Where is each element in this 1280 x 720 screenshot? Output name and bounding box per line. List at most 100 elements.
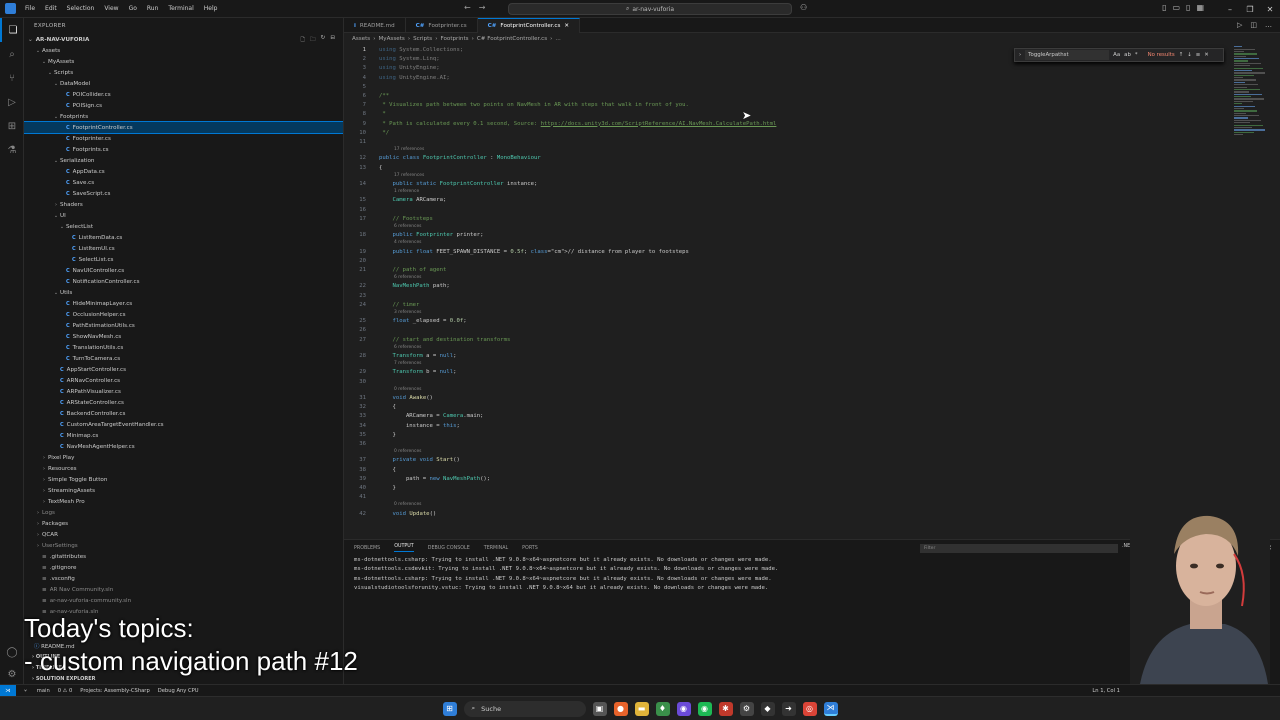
tree-file[interactable]: ≡ .gitattributes [24, 551, 343, 562]
tree-folder[interactable]: › Resources [24, 463, 343, 474]
code-line[interactable]: using UnityEngine.AI; [379, 75, 450, 81]
projects-status[interactable]: Projects: Assembly-CSharp [80, 688, 149, 694]
problems-status[interactable]: 0 ⚠ 0 [58, 688, 73, 694]
tree-file[interactable]: C OcclusionHelper.cs [24, 309, 343, 320]
codelens-references[interactable]: 17 references [394, 173, 424, 178]
code-line[interactable]: public Footprinter printer; [379, 232, 483, 238]
code-line[interactable]: } [379, 432, 395, 438]
code-line[interactable]: NavMeshPath path; [379, 283, 449, 289]
layout-panel-icon[interactable]: ▭ [1172, 3, 1180, 12]
search-view-icon[interactable]: ⌕ [0, 42, 24, 66]
codelens-references[interactable]: 1 reference [394, 189, 419, 194]
tree-file[interactable]: C ARPathVisualizer.cs [24, 386, 343, 397]
codelens-references[interactable]: 6 references [394, 224, 421, 229]
code-line[interactable]: instance = this; [379, 423, 460, 429]
tree-folder[interactable]: ⌄ Scripts [24, 67, 343, 78]
file-explorer-icon[interactable]: ▬ [634, 701, 649, 716]
tree-file[interactable]: C POISign.cs [24, 100, 343, 111]
testing-icon[interactable]: ⚗ [0, 138, 24, 162]
panel-tab-terminal[interactable]: TERMINAL [484, 546, 508, 551]
app-icon-arrow[interactable]: ➜ [781, 701, 796, 716]
forward-icon[interactable]: → [479, 3, 486, 12]
code-line[interactable]: // path of agent [379, 267, 446, 273]
codelens-references[interactable]: 0 references [394, 449, 421, 454]
command-center[interactable]: ⌕ ar-nav-vuforia [508, 3, 792, 15]
code-editor[interactable]: 1 using System.Collections; 2 using System.… [344, 45, 1244, 539]
tree-folder[interactable]: ⌄ Utils [24, 287, 343, 298]
code-line[interactable]: Camera ARCamera; [379, 197, 446, 203]
match-case-icon[interactable]: Aa [1113, 52, 1120, 58]
code-line[interactable]: { [379, 404, 395, 410]
code-line[interactable]: using System.Collections; [379, 47, 463, 53]
tree-folder[interactable]: › Simple Toggle Button [24, 474, 343, 485]
app-icon-red[interactable]: ✱ [718, 701, 733, 716]
tree-file[interactable]: C TurnToCamera.cs [24, 353, 343, 364]
code-line[interactable]: public static FootprintController instan… [379, 181, 537, 187]
panel-tab-debug-console[interactable]: DEBUG CONSOLE [428, 546, 470, 551]
tree-folder[interactable]: › Packages [24, 518, 343, 529]
run-icon[interactable]: ▷ [1237, 21, 1242, 29]
menu-item-go[interactable]: Go [124, 5, 142, 12]
find-in-selection-icon[interactable]: ≡ [1196, 52, 1201, 58]
tree-file[interactable]: C AppStartController.cs [24, 364, 343, 375]
whole-word-icon[interactable]: ab [1124, 52, 1131, 58]
tree-file[interactable]: C PathEstimationUtils.cs [24, 320, 343, 331]
chrome-icon[interactable]: ◎ [802, 701, 817, 716]
code-line[interactable]: void Update() [379, 511, 436, 517]
restore-icon[interactable]: ❐ [1240, 5, 1260, 14]
tree-file[interactable]: ≡ .gitignore [24, 562, 343, 573]
collapse-all-icon[interactable]: ⊟ [330, 35, 335, 45]
tree-file[interactable]: C ARNavController.cs [24, 375, 343, 386]
cursor-position-status[interactable]: Ln 1, Col 1 [1092, 688, 1120, 694]
new-folder-icon[interactable]: 🗀 [310, 35, 316, 45]
run-debug-icon[interactable]: ▷ [0, 90, 24, 114]
tree-file[interactable]: C ShowNavMesh.cs [24, 331, 343, 342]
menu-item-run[interactable]: Run [142, 5, 164, 12]
find-input[interactable]: ToggleArpathst [1025, 50, 1110, 60]
menu-item-edit[interactable]: Edit [40, 5, 62, 12]
code-line[interactable]: * Path is calculated every 0.1 second, S… [379, 121, 776, 127]
refresh-icon[interactable]: ↻ [321, 35, 326, 45]
tree-file[interactable]: C FootprintController.cs [24, 121, 343, 134]
task-view-icon[interactable]: ▣ [592, 701, 607, 716]
settings-gear-icon[interactable]: ⚙ [0, 662, 24, 686]
close-window-icon[interactable]: ✕ [1260, 5, 1280, 14]
spotify-icon[interactable]: ◉ [697, 701, 712, 716]
tree-folder[interactable]: ⌄ Assets [24, 45, 343, 56]
layout-secondary-icon[interactable]: ▯ [1186, 3, 1190, 12]
tree-folder[interactable]: › Pixel Play [24, 452, 343, 463]
debug-config-status[interactable]: Debug Any CPU [158, 688, 199, 694]
settings-icon[interactable]: ⚙ [739, 701, 754, 716]
codelens-references[interactable]: 17 references [394, 147, 424, 152]
more-actions-icon[interactable]: … [1265, 21, 1272, 29]
tree-file[interactable]: C POICollider.cs [24, 89, 343, 100]
tree-folder[interactable]: ⌄ Footprints [24, 111, 343, 122]
menu-item-view[interactable]: View [99, 5, 123, 12]
tree-folder[interactable]: ⌄ UI [24, 210, 343, 221]
tree-file[interactable]: C ListItemData.cs [24, 232, 343, 243]
tree-file[interactable]: C Footprints.cs [24, 144, 343, 155]
breadcrumb-item[interactable]: Assets [352, 36, 370, 42]
codelens-references[interactable]: 7 references [394, 361, 421, 366]
tab-readme[interactable]: i README.md [344, 18, 406, 33]
breadcrumb-item[interactable]: Footprints [440, 36, 468, 42]
panel-tab-ports[interactable]: PORTS [522, 546, 538, 551]
code-line[interactable]: * Visualizes path between two points on … [379, 102, 688, 108]
codelens-references[interactable]: 4 references [394, 240, 421, 245]
tree-file[interactable]: C SaveScript.cs [24, 188, 343, 199]
discord-icon[interactable]: ◉ [676, 701, 691, 716]
code-line[interactable]: // Footsteps [379, 216, 432, 222]
tree-folder[interactable]: ⌄ Serialization [24, 155, 343, 166]
menu-item-selection[interactable]: Selection [62, 5, 100, 12]
panel-tab-output[interactable]: OUTPUT [394, 544, 414, 552]
close-find-icon[interactable]: ✕ [1204, 52, 1209, 58]
tree-file[interactable]: C TranslationUtils.cs [24, 342, 343, 353]
tree-folder[interactable]: › Shaders [24, 199, 343, 210]
code-line[interactable]: public class FootprintController : MonoB… [379, 155, 541, 161]
explorer-icon[interactable]: ❏ [0, 18, 24, 42]
codelens-references[interactable]: 6 references [394, 345, 421, 350]
chevron-right-icon[interactable]: › [1019, 52, 1021, 58]
app-icon-green[interactable]: ♦ [655, 701, 670, 716]
code-line[interactable]: // start and destination transforms [379, 337, 510, 343]
minimap[interactable] [1234, 45, 1270, 155]
